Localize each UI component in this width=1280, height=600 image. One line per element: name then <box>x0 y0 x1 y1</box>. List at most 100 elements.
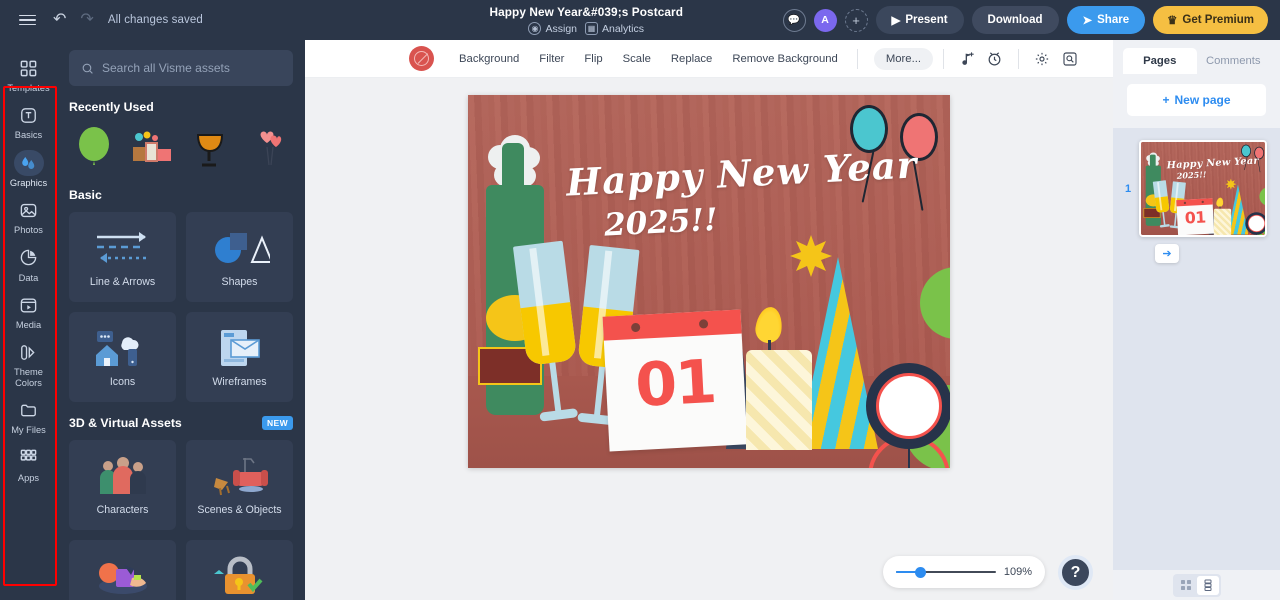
document-title[interactable]: Happy New Year&#039;s Postcard <box>489 5 683 19</box>
calendar-date-number: 01 <box>1184 208 1207 228</box>
greeting-text[interactable]: Happy New Year 2025!! <box>1166 154 1264 181</box>
help-button[interactable]: ? <box>1058 555 1093 590</box>
avatar[interactable]: A <box>813 8 837 32</box>
redo-icon[interactable]: ↷ <box>80 12 93 28</box>
star-burst[interactable] <box>790 235 832 277</box>
card-animations[interactable]: Animations <box>186 540 293 600</box>
card-wireframes[interactable]: Wireframes <box>186 312 293 402</box>
candle[interactable] <box>746 350 812 450</box>
comment-icon[interactable]: 💬 <box>782 8 806 32</box>
card-shapes[interactable]: Shapes <box>186 212 293 302</box>
timer-icon[interactable] <box>982 46 1008 72</box>
toolbar-scale[interactable]: Scale <box>614 48 660 70</box>
data-icon <box>14 245 44 271</box>
card-label-line-arrows: Line & Arrows <box>89 276 156 288</box>
calendar[interactable]: 01 <box>1176 198 1215 235</box>
list-item[interactable]: 1 01 Happy New Year 2025!! <box>1123 140 1270 237</box>
sidebar-label-graphics: Graphics <box>9 177 48 188</box>
share-icon: ➤ <box>1082 15 1093 27</box>
present-button[interactable]: ▶ Present <box>875 6 964 34</box>
graphics-3d-icon <box>94 554 152 598</box>
apps-icon <box>14 445 44 471</box>
undo-icon[interactable]: ↶ <box>53 12 66 28</box>
card-line-arrows[interactable]: Line & Arrows <box>69 212 176 302</box>
assets-3d-grid: Characters Scenes & Objects <box>69 440 293 600</box>
toolbar-background[interactable]: Background <box>450 48 528 70</box>
editor-body: Templates Basics Graphics Photos Data Me… <box>0 40 1280 600</box>
sidebar-item-media[interactable]: Media <box>0 287 57 334</box>
get-premium-button[interactable]: ♛ Get Premium <box>1153 6 1268 34</box>
tab-comments[interactable]: Comments <box>1197 48 1271 74</box>
sidebar-item-my-files[interactable]: My Files <box>0 392 57 439</box>
media-icon <box>14 292 44 318</box>
card-label-characters: Characters <box>96 504 149 516</box>
calendar-hole-left <box>1183 201 1187 205</box>
new-page-wrap: + New page <box>1113 74 1280 128</box>
zoom-slider[interactable] <box>896 566 996 578</box>
page-thumbnail[interactable]: 01 Happy New Year 2025!! <box>1139 140 1267 237</box>
star-burst[interactable] <box>1225 178 1237 190</box>
tab-pages[interactable]: Pages <box>1123 48 1197 74</box>
zoom-preview-icon[interactable] <box>1057 46 1083 72</box>
card-label-icons: Icons <box>109 376 136 388</box>
analytics-icon: ▦ <box>585 22 598 35</box>
calendar[interactable]: 01 <box>602 309 748 452</box>
card-characters[interactable]: Characters <box>69 440 176 530</box>
sidebar-item-basics[interactable]: Basics <box>0 97 57 144</box>
toolbar-more-button[interactable]: More... <box>873 47 933 70</box>
assign-button[interactable]: ◉ Assign <box>528 22 577 35</box>
canvas-stage[interactable]: 01 Happy New Year 2025!! <box>305 78 1113 600</box>
sidebar-item-theme-colors[interactable]: Theme Colors <box>0 334 57 392</box>
plus-icon: + <box>1162 93 1170 107</box>
search-placeholder: Search all Visme assets <box>102 61 230 75</box>
add-audio-icon[interactable] <box>954 46 980 72</box>
card-icons[interactable]: Icons <box>69 312 176 402</box>
sidebar-item-apps[interactable]: Apps <box>0 440 57 487</box>
topbar-right: 💬 A + ▶ Present Download ➤ Share ♛ Get P… <box>782 6 1280 34</box>
new-page-button[interactable]: + New page <box>1127 84 1266 116</box>
settings-gear-icon[interactable] <box>1029 46 1055 72</box>
add-collaborator-button[interactable]: + <box>844 8 868 32</box>
alarm-clock[interactable] <box>1245 212 1265 235</box>
sidebar-label-theme-colors: Theme Colors <box>14 367 43 388</box>
analytics-button[interactable]: ▦ Analytics <box>585 22 644 35</box>
brandy-glass-asset[interactable] <box>185 124 235 174</box>
share-button[interactable]: ➤ Share <box>1066 6 1146 34</box>
search-input[interactable]: Search all Visme assets <box>69 50 293 86</box>
toolbar-remove-background[interactable]: Remove Background <box>723 48 847 70</box>
card-scenes-objects[interactable]: Scenes & Objects <box>186 440 293 530</box>
card-label-shapes: Shapes <box>221 276 258 288</box>
heart-balloons-asset[interactable] <box>243 124 293 174</box>
sidebar-item-templates[interactable]: Templates <box>0 50 57 97</box>
download-button[interactable]: Download <box>971 6 1059 34</box>
toolbar-flip[interactable]: Flip <box>575 48 611 70</box>
sidebar-item-photos[interactable]: Photos <box>0 192 57 239</box>
share-label: Share <box>1097 14 1130 26</box>
sidebar-item-graphics[interactable]: Graphics <box>0 145 57 192</box>
hamburger-icon[interactable] <box>16 12 39 29</box>
gift-boxes-asset[interactable] <box>127 124 177 174</box>
top-bar: ↶ ↷ All changes saved Happy New Year&#03… <box>0 0 1280 40</box>
toolbar-replace[interactable]: Replace <box>662 48 721 70</box>
alarm-clock[interactable] <box>866 363 950 449</box>
canvas-toolbar: Background Filter Flip Scale Replace Rem… <box>305 40 1113 78</box>
candle[interactable] <box>1213 208 1232 235</box>
greeting-text[interactable]: Happy New Year 2025!! <box>565 142 936 243</box>
green-balloon-asset[interactable] <box>69 124 119 174</box>
sidebar-label-photos: Photos <box>14 225 43 236</box>
basic-card-grid: Line & Arrows Shapes Icons Wireframes <box>69 212 293 402</box>
toolbar-filter[interactable]: Filter <box>530 48 573 70</box>
slide-canvas[interactable]: 01 Happy New Year 2025!! <box>468 95 950 468</box>
panel-collapse-button[interactable]: ❮ <box>303 272 305 316</box>
new-page-label: New page <box>1174 93 1231 107</box>
analytics-label: Analytics <box>602 22 645 35</box>
card-graphics-3d[interactable]: Graphics <box>69 540 176 600</box>
sidebar-item-data[interactable]: Data <box>0 240 57 287</box>
grid-view-icon[interactable] <box>1175 576 1197 595</box>
insert-page-icon[interactable]: ➔ <box>1155 244 1179 263</box>
list-view-icon[interactable] <box>1196 575 1219 595</box>
no-color-swatch[interactable] <box>409 46 434 71</box>
right-panel-footer <box>1113 570 1280 600</box>
topbar-left: ↶ ↷ All changes saved <box>0 12 390 29</box>
card-label-scenes-objects: Scenes & Objects <box>197 504 282 516</box>
